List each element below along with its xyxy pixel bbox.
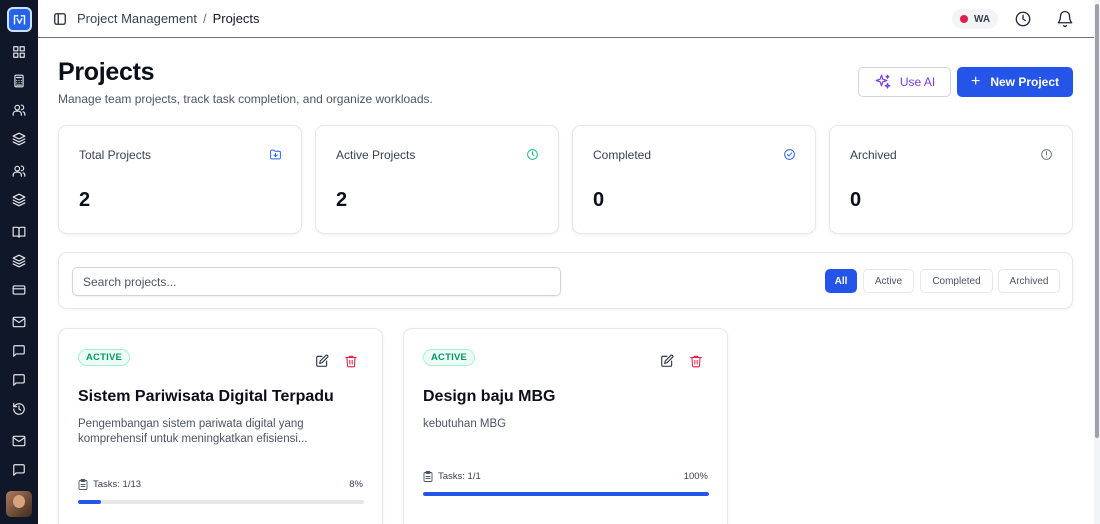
sidebar-users-icon[interactable] bbox=[11, 102, 27, 118]
app-logo[interactable] bbox=[7, 7, 32, 32]
clock-icon bbox=[526, 148, 539, 161]
edit-icon[interactable] bbox=[315, 354, 329, 368]
stat-card-active: Active Projects 2 bbox=[315, 125, 559, 234]
filter-active-button[interactable]: Active bbox=[863, 269, 914, 293]
search-input[interactable] bbox=[72, 267, 561, 296]
stat-value: 0 bbox=[850, 189, 862, 211]
trash-icon[interactable] bbox=[344, 354, 358, 368]
status-dot bbox=[960, 15, 968, 23]
sidebar-calculator-icon[interactable] bbox=[11, 73, 27, 89]
progress-percent: 8% bbox=[349, 479, 363, 490]
stat-card-total: Total Projects 2 bbox=[58, 125, 302, 234]
scrollbar-thumb[interactable] bbox=[1095, 4, 1099, 438]
progress-fill bbox=[423, 492, 709, 496]
project-card[interactable]: ACTIVE Sistem Pariwisata Digital Terpadu… bbox=[58, 328, 383, 524]
stat-card-archived: Archived 0 bbox=[829, 125, 1073, 234]
breadcrumb-current: Projects bbox=[212, 11, 260, 26]
whatsapp-badge-label: WA bbox=[974, 13, 991, 25]
edit-icon[interactable] bbox=[660, 354, 674, 368]
filter-completed-button[interactable]: Completed bbox=[920, 269, 993, 293]
trash-icon[interactable] bbox=[689, 354, 703, 368]
filter-archived-button[interactable]: Archived bbox=[998, 269, 1060, 293]
plus-icon: + bbox=[970, 73, 981, 90]
new-project-label: New Project bbox=[990, 75, 1060, 89]
clipboard-icon bbox=[78, 479, 88, 490]
sidebar-book-icon[interactable] bbox=[11, 224, 27, 240]
task-count: Tasks: 1/13 bbox=[78, 479, 141, 490]
sidebar-message-icon[interactable] bbox=[11, 372, 27, 388]
bell-icon[interactable] bbox=[1056, 10, 1074, 28]
progress-fill bbox=[78, 500, 101, 504]
use-ai-button[interactable]: Use AI bbox=[858, 67, 951, 97]
progress-percent: 100% bbox=[683, 471, 708, 482]
stat-value: 0 bbox=[593, 189, 605, 211]
sidebar-message-icon[interactable] bbox=[11, 462, 27, 478]
page-title: Projects bbox=[58, 58, 155, 86]
sidebar-mail-icon[interactable] bbox=[11, 314, 27, 330]
sparkles-icon bbox=[875, 74, 891, 89]
task-count: Tasks: 1/1 bbox=[423, 471, 481, 482]
stat-label: Completed bbox=[593, 148, 652, 162]
sidebar-layers-icon[interactable] bbox=[11, 192, 27, 208]
stat-card-completed: Completed 0 bbox=[572, 125, 816, 234]
sidebar-layers-icon[interactable] bbox=[11, 253, 27, 269]
breadcrumb: Project Management / Projects bbox=[77, 11, 260, 26]
sidebar-team-icon[interactable] bbox=[11, 163, 27, 179]
alert-circle-icon bbox=[1040, 148, 1053, 161]
breadcrumb-parent[interactable]: Project Management bbox=[77, 11, 197, 26]
toggle-sidebar-icon[interactable] bbox=[53, 12, 67, 26]
project-description: kebutuhan MBG bbox=[423, 418, 507, 430]
sidebar bbox=[0, 0, 38, 524]
filter-bar: All Active Completed Archived bbox=[58, 252, 1073, 309]
task-count-label: Tasks: 1/13 bbox=[93, 479, 142, 490]
whatsapp-status-badge[interactable]: WA bbox=[952, 9, 999, 29]
status-badge: ACTIVE bbox=[78, 349, 131, 366]
sidebar-layers-icon[interactable] bbox=[11, 131, 27, 147]
project-description: Pengembangan sistem pariwata digital yan… bbox=[78, 418, 308, 445]
breadcrumb-separator: / bbox=[202, 11, 207, 26]
use-ai-label: Use AI bbox=[899, 75, 936, 89]
folder-icon bbox=[269, 148, 282, 161]
sidebar-dashboard-icon[interactable] bbox=[11, 44, 27, 60]
page-subtitle: Manage team projects, track task complet… bbox=[58, 92, 433, 106]
filter-all-button[interactable]: All bbox=[825, 269, 857, 293]
stat-value: 2 bbox=[79, 189, 91, 211]
page-scrollbar[interactable] bbox=[1094, 0, 1100, 524]
new-project-button[interactable]: + New Project bbox=[957, 67, 1073, 97]
project-name[interactable]: Design baju MBG bbox=[423, 388, 555, 406]
sidebar-history-icon[interactable] bbox=[11, 401, 27, 417]
task-count-label: Tasks: 1/1 bbox=[438, 471, 481, 482]
check-circle-icon bbox=[783, 148, 796, 161]
sidebar-message-icon[interactable] bbox=[11, 343, 27, 359]
progress-bar bbox=[423, 492, 709, 496]
sidebar-mail-icon[interactable] bbox=[11, 433, 27, 449]
clipboard-icon bbox=[423, 471, 433, 482]
progress-bar bbox=[78, 500, 364, 504]
project-card[interactable]: ACTIVE Design baju MBG kebutuhan MBG Tas… bbox=[403, 328, 728, 524]
stat-label: Active Projects bbox=[336, 148, 416, 162]
stat-label: Archived bbox=[850, 148, 897, 162]
history-icon[interactable] bbox=[1014, 10, 1032, 28]
stat-label: Total Projects bbox=[79, 148, 152, 162]
user-avatar[interactable] bbox=[6, 491, 32, 517]
project-name[interactable]: Sistem Pariwisata Digital Terpadu bbox=[78, 388, 334, 406]
sidebar-credit-card-icon[interactable] bbox=[11, 282, 27, 298]
status-badge: ACTIVE bbox=[423, 349, 476, 366]
logo-icon bbox=[13, 15, 26, 25]
stat-value: 2 bbox=[336, 189, 348, 211]
top-bar: Project Management / Projects WA bbox=[38, 0, 1094, 38]
